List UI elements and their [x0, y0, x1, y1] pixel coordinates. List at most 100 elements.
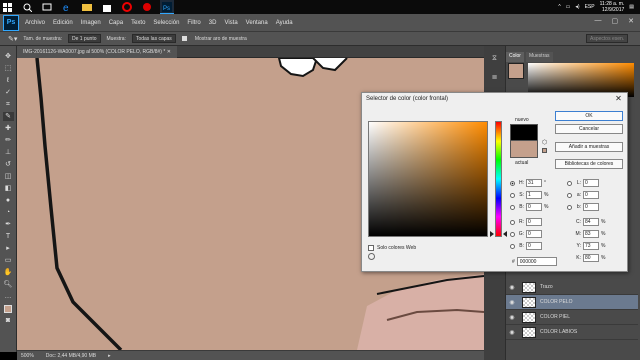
cancel-button[interactable]: Cancelar: [555, 124, 623, 134]
windows-start-icon[interactable]: [0, 0, 14, 14]
saturation-input[interactable]: 1: [526, 191, 542, 199]
blue-radio[interactable]: [510, 243, 515, 249]
brightness-radio[interactable]: [510, 204, 515, 210]
tab-close-icon[interactable]: ✕: [167, 49, 171, 55]
volume-icon[interactable]: ◂): [575, 4, 579, 10]
menu-texto[interactable]: Texto: [127, 20, 149, 26]
hand-tool-icon[interactable]: ✋: [3, 268, 14, 277]
marquee-tool-icon[interactable]: ⬚: [3, 64, 14, 73]
menu-capa[interactable]: Capa: [105, 20, 127, 26]
color-cube-icon[interactable]: [368, 253, 375, 260]
lasso-tool-icon[interactable]: ℓ: [3, 76, 14, 85]
layer-row[interactable]: ◉ COLOR PELO: [506, 295, 638, 310]
foreground-color-swatch[interactable]: [3, 304, 14, 313]
lab-l-radio[interactable]: [567, 180, 572, 186]
eyedropper-tool-icon[interactable]: ✎: [2, 112, 14, 121]
lab-b-radio[interactable]: [567, 204, 572, 210]
layer-row[interactable]: ◉ COLOR PIEL: [506, 310, 638, 325]
zoom-tool-icon[interactable]: 🔍︎: [3, 280, 14, 289]
store-icon[interactable]: [100, 0, 114, 14]
menu-ventana[interactable]: Ventana: [242, 20, 272, 26]
properties-panel-icon[interactable]: ≣: [490, 72, 500, 82]
hue-slider[interactable]: [495, 121, 502, 237]
eye-icon[interactable]: ◉: [506, 329, 518, 336]
dialog-close-icon[interactable]: ✕: [614, 95, 623, 104]
history-brush-tool-icon[interactable]: ↺: [3, 160, 14, 169]
zoom-level[interactable]: 500%: [21, 353, 34, 359]
quick-mask-icon[interactable]: ◙: [3, 316, 14, 325]
lab-a-radio[interactable]: [567, 192, 572, 198]
type-tool-icon[interactable]: T: [3, 232, 14, 241]
tab-color[interactable]: Color: [506, 52, 524, 62]
tray-chevron-icon[interactable]: ^: [558, 4, 560, 10]
paint-bucket-tool-icon[interactable]: ◧: [3, 184, 14, 193]
lab-l-input[interactable]: 0: [583, 179, 599, 187]
ok-button[interactable]: OK: [555, 111, 623, 121]
hue-radio[interactable]: [510, 180, 515, 186]
green-input[interactable]: 0: [526, 230, 542, 238]
clone-stamp-tool-icon[interactable]: ⊥: [3, 148, 14, 157]
green-radio[interactable]: [510, 231, 515, 237]
more-tools-icon[interactable]: …: [3, 292, 14, 301]
hue-marker-right[interactable]: [503, 231, 507, 237]
workspace-search[interactable]: Aspectos esen.: [586, 34, 628, 43]
cyan-input[interactable]: 84: [583, 218, 599, 226]
lab-a-input[interactable]: 0: [583, 191, 599, 199]
saturation-radio[interactable]: [510, 192, 515, 198]
healing-brush-tool-icon[interactable]: ✚: [3, 124, 14, 133]
task-view-icon[interactable]: [40, 0, 54, 14]
color-libraries-button[interactable]: Bibliotecas de colores: [555, 159, 623, 169]
current-color-swatch[interactable]: [510, 141, 538, 158]
language-indicator[interactable]: ESP: [585, 4, 595, 10]
shape-tool-icon[interactable]: ▭: [3, 256, 14, 265]
dodge-tool-icon[interactable]: ◔: [3, 208, 14, 217]
clock[interactable]: 11:28 a. m. 12/9/2017: [600, 1, 625, 13]
close-icon[interactable]: ✕: [628, 17, 634, 25]
file-explorer-icon[interactable]: [80, 0, 94, 14]
brush-tool-icon[interactable]: ✏: [3, 136, 14, 145]
eye-icon[interactable]: ◉: [506, 284, 518, 291]
red-input[interactable]: 0: [526, 218, 542, 226]
hex-input[interactable]: 000000: [516, 257, 557, 266]
pen-tool-icon[interactable]: ✒: [3, 220, 14, 229]
record-app-icon[interactable]: [140, 0, 154, 14]
saturation-brightness-field[interactable]: [368, 121, 488, 237]
layer-row[interactable]: ◉ COLOR LABIOS: [506, 325, 638, 340]
lab-b-input[interactable]: 0: [583, 203, 599, 211]
status-arrow-icon[interactable]: ▸: [108, 353, 111, 359]
sample-size-select[interactable]: De 1 punto: [68, 34, 101, 43]
brightness-input[interactable]: 0: [526, 203, 542, 211]
color-panel-preview[interactable]: [508, 63, 524, 79]
yellow-input[interactable]: 73: [583, 242, 599, 250]
menu-edicion[interactable]: Edición: [49, 20, 77, 26]
blue-input[interactable]: 0: [526, 242, 542, 250]
hue-input[interactable]: 31: [526, 179, 542, 187]
red-radio[interactable]: [510, 219, 515, 225]
menu-filtro[interactable]: Filtro: [183, 20, 204, 26]
gamut-swatch[interactable]: [542, 148, 547, 153]
path-select-tool-icon[interactable]: ▸: [3, 244, 14, 253]
notifications-icon[interactable]: ▤: [629, 4, 634, 10]
history-panel-icon[interactable]: ⧖: [490, 54, 500, 64]
eraser-tool-icon[interactable]: ◫: [3, 172, 14, 181]
menu-seleccion[interactable]: Selección: [149, 20, 183, 26]
magenta-input[interactable]: 83: [583, 230, 599, 238]
opera-browser-icon[interactable]: [120, 0, 134, 14]
menu-3d[interactable]: 3D: [205, 20, 221, 26]
eye-icon[interactable]: ◉: [506, 314, 518, 321]
document-tab[interactable]: IMG-20161126-WA0007.jpg al 500% (COLOR P…: [17, 46, 177, 58]
menu-imagen[interactable]: Imagen: [77, 20, 105, 26]
network-icon[interactable]: ▭: [566, 4, 571, 10]
hue-marker-left[interactable]: [490, 231, 494, 237]
photoshop-taskbar-icon[interactable]: Ps: [160, 0, 174, 14]
layer-row[interactable]: ◉ Trazo: [506, 280, 638, 295]
minimize-icon[interactable]: —: [595, 17, 602, 25]
eye-icon[interactable]: ◉: [506, 299, 518, 306]
add-to-swatches-button[interactable]: Añadir a muestras: [555, 142, 623, 152]
quick-select-tool-icon[interactable]: ✓: [3, 88, 14, 97]
web-only-checkbox[interactable]: [368, 245, 374, 251]
gamut-warning-icon[interactable]: ⬡: [542, 139, 548, 146]
black-input[interactable]: 80: [583, 254, 599, 262]
maximize-icon[interactable]: ▢: [612, 17, 619, 25]
menu-archivo[interactable]: Archivo: [21, 20, 49, 26]
